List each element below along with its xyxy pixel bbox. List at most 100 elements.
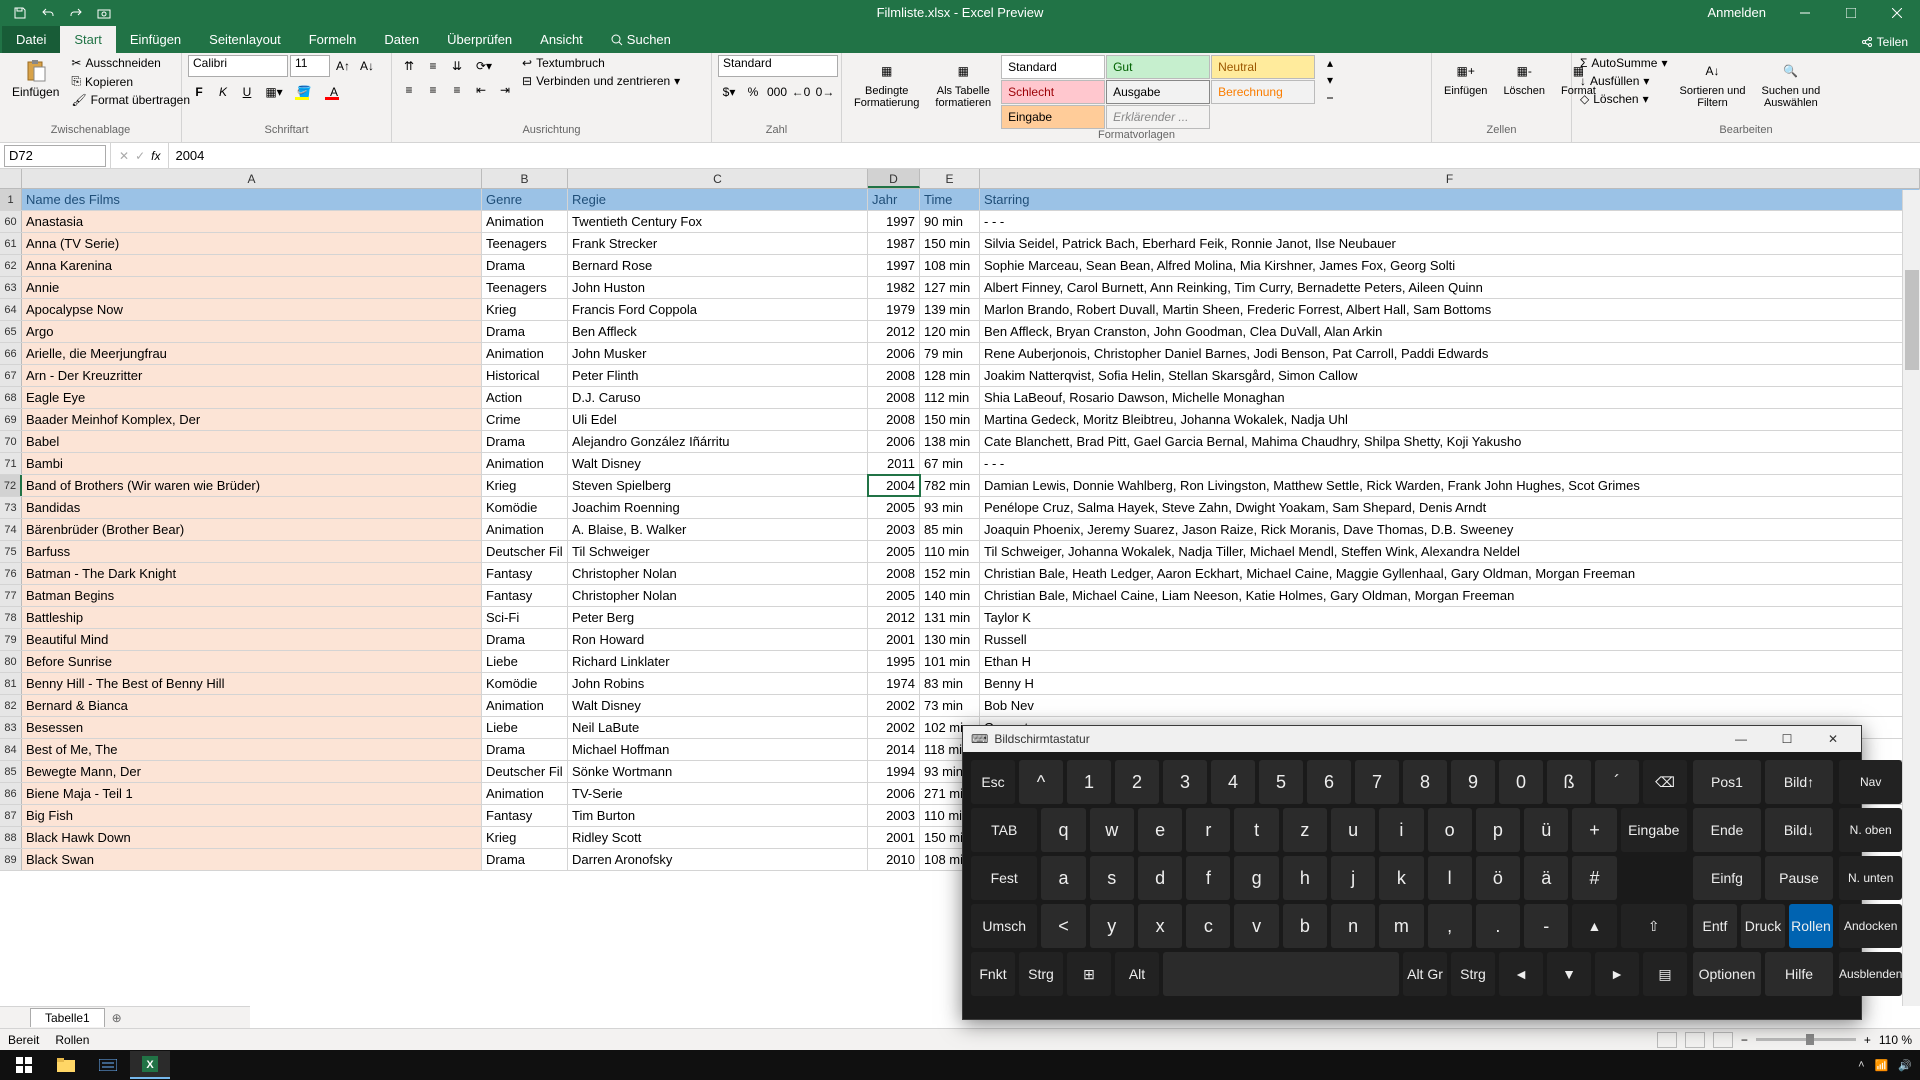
insert-cells-button[interactable]: ▦+Einfügen: [1438, 55, 1493, 101]
sign-in-button[interactable]: Anmelden: [1691, 5, 1782, 20]
font-color-button[interactable]: A: [320, 81, 348, 103]
row-header[interactable]: 70: [0, 431, 22, 452]
cell[interactable]: Deutscher Fil: [482, 761, 568, 782]
cell[interactable]: Fantasy: [482, 585, 568, 606]
key-scroll-lock[interactable]: Rollen: [1789, 904, 1833, 948]
cell[interactable]: Animation: [482, 695, 568, 716]
cell[interactable]: 120 min: [920, 321, 980, 342]
cell[interactable]: Rene Auberjonois, Christopher Daniel Bar…: [980, 343, 1920, 364]
row-header[interactable]: 83: [0, 717, 22, 738]
cell[interactable]: 73 min: [920, 695, 980, 716]
cell[interactable]: Ridley Scott: [568, 827, 868, 848]
cell[interactable]: 1979: [868, 299, 920, 320]
cell[interactable]: Anastasia: [22, 211, 482, 232]
key-4[interactable]: 4: [1211, 760, 1255, 804]
cell[interactable]: Alejandro González Iñárritu: [568, 431, 868, 452]
font-size-combo[interactable]: 11: [290, 55, 330, 77]
cell[interactable]: Battleship: [22, 607, 482, 628]
cell[interactable]: 127 min: [920, 277, 980, 298]
style-schlecht[interactable]: Schlecht: [1001, 80, 1105, 104]
cell[interactable]: Ron Howard: [568, 629, 868, 650]
key-pgup[interactable]: Bild↑: [1765, 760, 1833, 804]
cell[interactable]: Martina Gedeck, Moritz Bleibtreu, Johann…: [980, 409, 1920, 430]
cell[interactable]: 139 min: [920, 299, 980, 320]
delete-cells-button[interactable]: ▦-Löschen: [1497, 55, 1551, 101]
key-5[interactable]: 5: [1259, 760, 1303, 804]
cell[interactable]: Biene Maja - Teil 1: [22, 783, 482, 804]
tray-arrow-icon[interactable]: ˄: [1858, 1059, 1864, 1071]
cell[interactable]: 1997: [868, 255, 920, 276]
cell[interactable]: Bewegte Mann, Der: [22, 761, 482, 782]
autosum-button[interactable]: ΣAutoSumme▾: [1578, 55, 1669, 71]
tab-start[interactable]: Start: [60, 26, 115, 53]
key-8[interactable]: 8: [1403, 760, 1447, 804]
style-standard[interactable]: Standard: [1001, 55, 1105, 79]
cell[interactable]: Komödie: [482, 497, 568, 518]
key-a[interactable]: a: [1041, 856, 1085, 900]
cell[interactable]: 782 min: [920, 475, 980, 496]
row-header[interactable]: 72: [0, 475, 22, 496]
cell[interactable]: Drama: [482, 849, 568, 870]
cell[interactable]: Before Sunrise: [22, 651, 482, 672]
camera-icon[interactable]: [92, 2, 116, 24]
cell[interactable]: Apocalypse Now: [22, 299, 482, 320]
cell[interactable]: D.J. Caruso: [568, 387, 868, 408]
row-header[interactable]: 79: [0, 629, 22, 650]
cell[interactable]: Francis Ford Coppola: [568, 299, 868, 320]
key-capslock[interactable]: Fest: [971, 856, 1037, 900]
decrease-decimal-button[interactable]: 0→: [814, 81, 836, 103]
key-j[interactable]: j: [1331, 856, 1375, 900]
tab-view[interactable]: Ansicht: [526, 26, 597, 53]
cell[interactable]: A. Blaise, B. Walker: [568, 519, 868, 540]
style-eingabe[interactable]: Eingabe: [1001, 105, 1105, 129]
key-caret[interactable]: ^: [1019, 760, 1063, 804]
key-fade[interactable]: Ausblenden: [1839, 952, 1902, 996]
key-2[interactable]: 2: [1115, 760, 1159, 804]
key-plus[interactable]: +: [1572, 808, 1616, 852]
cell[interactable]: Bernard & Bianca: [22, 695, 482, 716]
row-header[interactable]: 78: [0, 607, 22, 628]
row-header[interactable]: 80: [0, 651, 22, 672]
key-ue[interactable]: ü: [1524, 808, 1568, 852]
cell[interactable]: Neil LaBute: [568, 717, 868, 738]
wrap-text-button[interactable]: ↩Textumbruch: [520, 55, 682, 71]
thousands-button[interactable]: 000: [766, 81, 788, 103]
cell[interactable]: 101 min: [920, 651, 980, 672]
grow-font-button[interactable]: A↑: [332, 55, 354, 77]
cell[interactable]: 112 min: [920, 387, 980, 408]
style-erklaerender[interactable]: Erklärender ...: [1106, 105, 1210, 129]
cell[interactable]: 2005: [868, 585, 920, 606]
cell[interactable]: 2006: [868, 783, 920, 804]
row-header[interactable]: 67: [0, 365, 22, 386]
zoom-slider[interactable]: [1756, 1038, 1856, 1041]
cell[interactable]: Drama: [482, 431, 568, 452]
key-help[interactable]: Hilfe: [1765, 952, 1833, 996]
cell[interactable]: Frank Strecker: [568, 233, 868, 254]
cell[interactable]: Bernard Rose: [568, 255, 868, 276]
cell[interactable]: 2008: [868, 365, 920, 386]
cell[interactable]: 2005: [868, 497, 920, 518]
key-3[interactable]: 3: [1163, 760, 1207, 804]
gallery-up-button[interactable]: ▴: [1319, 55, 1341, 71]
key-s[interactable]: s: [1090, 856, 1134, 900]
key-9[interactable]: 9: [1451, 760, 1495, 804]
cell[interactable]: Sönke Wortmann: [568, 761, 868, 782]
tab-file[interactable]: Datei: [2, 26, 60, 53]
cell[interactable]: 93 min: [920, 497, 980, 518]
key-hash[interactable]: #: [1572, 856, 1616, 900]
conditional-formatting-button[interactable]: ▦Bedingte Formatierung: [848, 55, 925, 113]
cell[interactable]: - - -: [980, 453, 1920, 474]
view-page-layout-button[interactable]: [1685, 1032, 1705, 1048]
key-dash[interactable]: -: [1524, 904, 1568, 948]
row-header[interactable]: 65: [0, 321, 22, 342]
save-icon[interactable]: [8, 2, 32, 24]
cell[interactable]: Penélope Cruz, Salma Hayek, Steve Zahn, …: [980, 497, 1920, 518]
cell[interactable]: Krieg: [482, 299, 568, 320]
key-d[interactable]: d: [1138, 856, 1182, 900]
key-o[interactable]: o: [1428, 808, 1472, 852]
row-header[interactable]: 60: [0, 211, 22, 232]
cell[interactable]: Annie: [22, 277, 482, 298]
cell[interactable]: John Huston: [568, 277, 868, 298]
cell[interactable]: Christopher Nolan: [568, 585, 868, 606]
style-gut[interactable]: Gut: [1106, 55, 1210, 79]
